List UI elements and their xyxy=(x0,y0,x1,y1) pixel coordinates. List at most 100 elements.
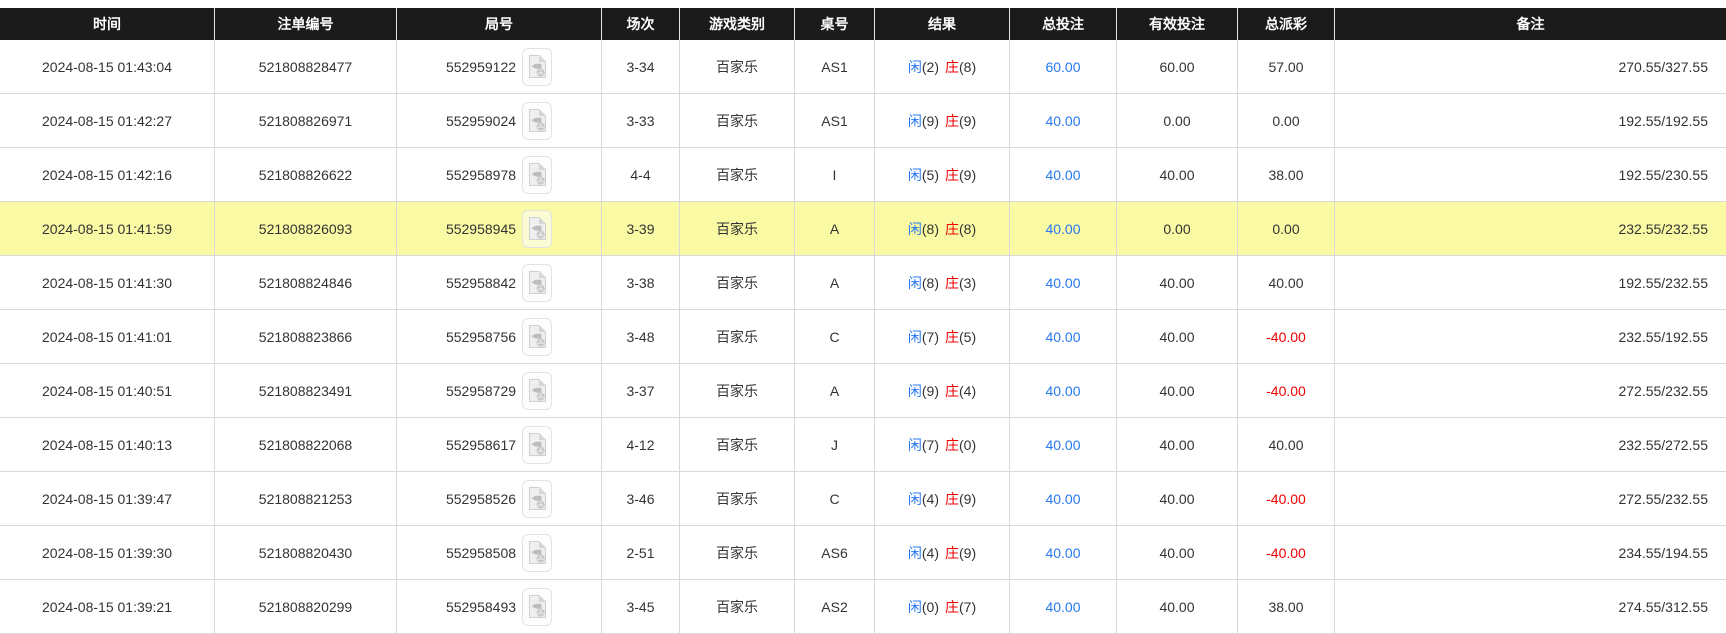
total-payout-value: 0.00 xyxy=(1272,220,1300,237)
total-payout-cell: -40.00 xyxy=(1238,310,1335,363)
video-file-icon xyxy=(528,55,546,78)
time-cell: 2024-08-15 01:42:27 xyxy=(0,94,215,147)
total-payout-cell: 40.00 xyxy=(1238,256,1335,309)
result-cell: 闲 (0) 庄 (7) xyxy=(875,580,1010,633)
table-row: 2024-08-15 01:43:04 521808828477 552959122… xyxy=(0,40,1726,94)
game-type-cell: 百家乐 xyxy=(680,202,795,255)
banker-score: (9) xyxy=(959,112,977,129)
total-bet-value[interactable]: 40.00 xyxy=(1045,383,1080,399)
player-label: 闲 xyxy=(907,166,922,183)
result-cell: 闲 (7) 庄 (5) xyxy=(875,310,1010,363)
total-payout-value: 57.00 xyxy=(1268,58,1304,75)
player-score: (9) xyxy=(921,382,939,399)
time-cell: 2024-08-15 01:41:01 xyxy=(0,310,215,363)
video-file-icon xyxy=(528,433,546,456)
player-score: (4) xyxy=(921,490,939,507)
total-payout-value: 40.00 xyxy=(1268,274,1304,291)
video-replay-button[interactable] xyxy=(522,263,553,302)
total-bet-value[interactable]: 40.00 xyxy=(1045,167,1080,183)
total-bet-value[interactable]: 40.00 xyxy=(1045,221,1080,237)
column-header-round-no: 局号 xyxy=(397,8,602,40)
remark-cell: 270.55/327.55 xyxy=(1618,58,1708,75)
banker-score: (9) xyxy=(959,166,977,183)
session-cell: 3-45 xyxy=(602,580,680,633)
video-file-icon xyxy=(528,325,546,348)
round-number: 552958617 xyxy=(445,436,517,453)
video-file-icon xyxy=(528,271,546,294)
column-header-table-no: 桌号 xyxy=(795,8,875,40)
player-label: 闲 xyxy=(907,490,922,507)
column-header-valid-bet: 有效投注 xyxy=(1117,8,1238,40)
total-bet-value[interactable]: 40.00 xyxy=(1045,491,1080,507)
video-replay-button[interactable] xyxy=(522,533,553,572)
result-cell: 闲 (2) 庄 (8) xyxy=(875,40,1010,93)
player-score: (7) xyxy=(921,328,939,345)
column-header-total-payout: 总派彩 xyxy=(1238,8,1335,40)
valid-bet-cell: 40.00 xyxy=(1117,418,1238,471)
time-cell: 2024-08-15 01:39:30 xyxy=(0,526,215,579)
banker-label: 庄 xyxy=(945,112,959,129)
total-bet-value[interactable]: 40.00 xyxy=(1045,545,1080,561)
video-replay-button[interactable] xyxy=(522,155,553,194)
video-replay-button[interactable] xyxy=(522,587,553,626)
total-bet-value[interactable]: 60.00 xyxy=(1045,59,1080,75)
table-row: 2024-08-15 01:40:13 521808822068 552958617… xyxy=(0,418,1726,472)
total-bet-value[interactable]: 40.00 xyxy=(1045,599,1080,615)
video-replay-button[interactable] xyxy=(522,209,553,248)
session-cell: 2-51 xyxy=(602,526,680,579)
banker-score: (0) xyxy=(959,436,977,453)
total-payout-cell: 38.00 xyxy=(1238,580,1335,633)
total-payout-value: 38.00 xyxy=(1268,166,1304,183)
video-replay-button[interactable] xyxy=(522,425,553,464)
table-row: 2024-08-15 01:41:30 521808824846 552958842… xyxy=(0,256,1726,310)
bet-no-cell: 521808823491 xyxy=(215,364,397,417)
session-cell: 3-34 xyxy=(602,40,680,93)
banker-score: (7) xyxy=(959,598,977,615)
player-score: (8) xyxy=(921,274,939,291)
total-bet-value[interactable]: 40.00 xyxy=(1045,113,1080,129)
game-type-cell: 百家乐 xyxy=(680,148,795,201)
valid-bet-cell: 40.00 xyxy=(1117,256,1238,309)
video-replay-button[interactable] xyxy=(522,317,553,356)
remark-cell: 232.55/232.55 xyxy=(1618,220,1708,237)
valid-bet-cell: 40.00 xyxy=(1117,148,1238,201)
video-file-icon xyxy=(528,541,546,564)
banker-label: 庄 xyxy=(945,436,959,453)
table-no-cell: I xyxy=(795,148,875,201)
session-cell: 3-48 xyxy=(602,310,680,363)
video-replay-button[interactable] xyxy=(522,101,553,140)
total-bet-value[interactable]: 40.00 xyxy=(1045,437,1080,453)
banker-label: 庄 xyxy=(945,220,959,237)
banker-label: 庄 xyxy=(945,382,959,399)
table-no-cell: A xyxy=(795,364,875,417)
column-header-result: 结果 xyxy=(875,8,1010,40)
video-replay-button[interactable] xyxy=(522,371,553,410)
video-replay-button[interactable] xyxy=(522,47,553,86)
table-no-cell: AS2 xyxy=(795,580,875,633)
game-type-cell: 百家乐 xyxy=(680,364,795,417)
round-no-cell: 552958617 xyxy=(397,418,602,471)
total-bet-value[interactable]: 40.00 xyxy=(1045,329,1080,345)
column-header-total-bet: 总投注 xyxy=(1010,8,1117,40)
total-bet-value[interactable]: 40.00 xyxy=(1045,275,1080,291)
total-payout-value: -40.00 xyxy=(1266,382,1306,399)
round-no-cell: 552958945 xyxy=(397,202,602,255)
bet-no-cell: 521808824846 xyxy=(215,256,397,309)
game-type-cell: 百家乐 xyxy=(680,472,795,525)
round-number: 552958945 xyxy=(445,220,517,237)
result-cell: 闲 (7) 庄 (0) xyxy=(875,418,1010,471)
table-body: 2024-08-15 01:43:04 521808828477 552959122… xyxy=(0,40,1726,634)
video-replay-button[interactable] xyxy=(522,479,553,518)
video-file-icon xyxy=(528,379,546,402)
total-bet-cell: 40.00 xyxy=(1010,580,1117,633)
total-payout-value: 40.00 xyxy=(1268,436,1304,453)
valid-bet-cell: 40.00 xyxy=(1117,580,1238,633)
player-score: (4) xyxy=(921,544,939,561)
video-file-icon xyxy=(528,217,546,240)
total-payout-value: -40.00 xyxy=(1266,328,1306,345)
table-no-cell: C xyxy=(795,310,875,363)
round-no-cell: 552958526 xyxy=(397,472,602,525)
remark-cell: 192.55/232.55 xyxy=(1618,274,1708,291)
bet-records-table: 时间 注单编号 局号 场次 游戏类别 桌号 结果 总投注 有效投注 总派彩 备注 2024-08-1… xyxy=(0,8,1726,634)
result-cell: 闲 (9) 庄 (9) xyxy=(875,94,1010,147)
